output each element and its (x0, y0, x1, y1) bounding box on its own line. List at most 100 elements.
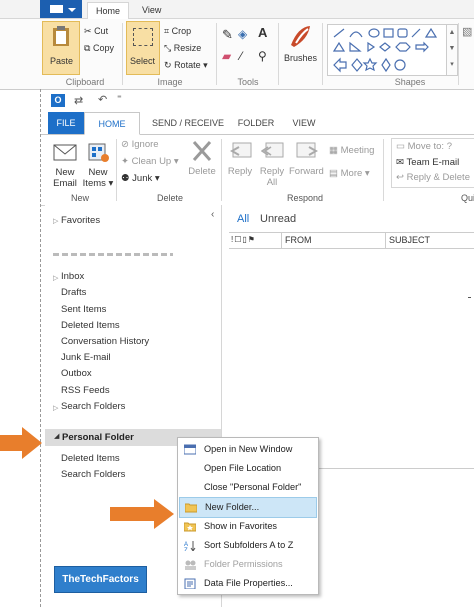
copy-button[interactable]: ⧉ Copy (84, 43, 114, 54)
menu-open-file-location-label: Open File Location (204, 463, 282, 473)
menu-data-file-properties[interactable]: Data File Properties... (178, 574, 318, 593)
collapse-icon[interactable]: ◢ (54, 432, 59, 440)
reply-all-label-1: Reply (259, 166, 285, 177)
expand-icon[interactable]: ▷ (53, 274, 58, 282)
shapes-gallery[interactable] (327, 24, 447, 76)
eraser-icon[interactable]: ▰ (222, 49, 231, 63)
permissions-icon (185, 560, 196, 570)
send-receive-icon[interactable]: ⇄ (74, 94, 83, 107)
tab-folder[interactable]: FOLDER (233, 112, 279, 134)
crop-label: Crop (171, 26, 192, 36)
text-icon[interactable]: A (258, 25, 267, 40)
shapes-group-label: Shapes (394, 77, 426, 87)
expand-icon[interactable]: ▷ (53, 404, 58, 412)
tab-send-receive[interactable]: SEND / RECEIVE (147, 112, 229, 134)
tab-home[interactable]: HOME (84, 112, 140, 135)
paint-tab-home[interactable]: Home (87, 2, 130, 20)
clean-up-button[interactable]: ✦ Clean Up ▾ (121, 156, 179, 167)
undo-icon[interactable]: ↶ (98, 93, 107, 106)
menu-show-in-favorites[interactable]: Show in Favorites (178, 517, 318, 536)
resize-button[interactable]: ⤡ Resize (164, 43, 201, 54)
menu-new-folder[interactable]: New Folder... (179, 497, 317, 518)
personal-search-folders[interactable]: Search Folders (61, 469, 125, 480)
favorites-folder-icon (184, 522, 196, 532)
fill-icon[interactable]: ◈ (238, 27, 247, 41)
collapse-pane-icon[interactable]: ‹ (211, 209, 214, 220)
divider (318, 468, 474, 469)
menu-open-file-location[interactable]: Open File Location (178, 459, 318, 478)
rotate-label: Rotate (174, 60, 201, 70)
customize-qat-icon[interactable]: ⁼ (117, 93, 122, 104)
folder-junk-email[interactable]: Junk E-mail (61, 352, 111, 363)
more-button[interactable]: ▤ More ▾ (329, 168, 370, 179)
new-items-button[interactable]: New Items ▾ (81, 140, 115, 190)
folder-search-folders[interactable]: Search Folders (61, 401, 125, 412)
crop-button[interactable]: ⌗ Crop (164, 26, 191, 37)
move-to-label: Move to: ? (407, 141, 452, 152)
reply-delete-quick-step[interactable]: ↩ Reply & Delete (396, 172, 470, 183)
pencil-icon[interactable]: ✎ (222, 27, 233, 43)
divider (383, 139, 384, 201)
junk-label: Junk (132, 173, 153, 184)
folder-rss-feeds[interactable]: RSS Feeds (61, 385, 110, 396)
new-email-button[interactable]: New Email (51, 140, 79, 190)
folder-outbox[interactable]: Outbox (61, 368, 92, 379)
quick-steps-gallery[interactable]: ▭ Move to: ? ✉ Team E-mail ↩ Reply & Del… (391, 138, 474, 188)
ignore-label: Ignore (131, 139, 159, 150)
brushes-icon[interactable] (288, 23, 314, 49)
ignore-button[interactable]: ⊘ Ignore (121, 139, 159, 150)
expand-icon[interactable]: ▷ (53, 217, 58, 225)
delete-button[interactable]: Delete (187, 139, 217, 189)
reply-all-button[interactable]: Reply All (257, 139, 287, 189)
menu-open-new-window[interactable]: Open in New Window (178, 440, 318, 459)
clean-up-label: Clean Up (131, 156, 172, 167)
menu-close-personal-folder[interactable]: Close "Personal Folder" (178, 478, 318, 497)
select-icon (133, 28, 153, 46)
folder-drafts[interactable]: Drafts (61, 287, 86, 298)
junk-button[interactable]: ⚉ Junk ▾ (121, 173, 160, 184)
shapes-scroll[interactable]: ▲ ▼ ▾ (446, 24, 458, 76)
column-icons[interactable]: !☐▯⚑ (231, 235, 256, 244)
magnifier-icon[interactable]: ⚲ (258, 49, 267, 63)
menu-folder-permissions[interactable]: Folder Permissions (178, 555, 318, 574)
cut-button[interactable]: ✂ Cut (84, 26, 108, 37)
divider (122, 23, 123, 85)
color-picker-icon[interactable]: ⁄ (240, 49, 242, 63)
outline-icon[interactable]: ▧ (462, 25, 472, 38)
column-subject[interactable]: SUBJECT (389, 235, 430, 245)
filter-unread[interactable]: Unread (260, 213, 296, 225)
tab-view[interactable]: VIEW (285, 112, 323, 134)
column-from[interactable]: FROM (285, 235, 312, 245)
divider (221, 139, 222, 201)
folder-sent-items[interactable]: Sent Items (61, 304, 106, 315)
select-label: Select (130, 56, 156, 66)
brand-logo: TheTechFactors (54, 566, 147, 593)
reply-button[interactable]: Reply (225, 139, 255, 189)
meeting-button[interactable]: ▦ Meeting (329, 145, 374, 156)
sort-az-icon: AZ (184, 541, 196, 551)
select-button[interactable]: Select (126, 21, 160, 75)
reply-icon (229, 142, 252, 158)
paint-file-button[interactable] (40, 0, 82, 18)
team-email-quick-step[interactable]: ✉ Team E-mail (396, 157, 459, 168)
account-header-obscured (53, 253, 173, 256)
folder-inbox[interactable]: Inbox (61, 271, 84, 282)
resize-icon: ⤡ (164, 43, 172, 53)
divider (216, 23, 217, 85)
favorites-header[interactable]: Favorites (61, 215, 100, 226)
menu-close-label: Close "Personal Folder" (204, 482, 302, 492)
forward-button[interactable]: Forward (289, 139, 324, 189)
folder-conversation-history[interactable]: Conversation History (61, 336, 149, 347)
brushes-label[interactable]: Brushes (284, 53, 317, 63)
paste-button[interactable]: Paste (42, 21, 80, 75)
move-to-quick-step[interactable]: ▭ Move to: ? (396, 141, 452, 152)
filter-all[interactable]: All (237, 213, 249, 225)
rotate-button[interactable]: ↻ Rotate ▾ (164, 60, 208, 71)
menu-sort-subfolders[interactable]: AZ Sort Subfolders A to Z (178, 536, 318, 555)
paint-tab-view[interactable]: View (134, 2, 169, 18)
paint-tab-bar: Home View (0, 0, 474, 20)
folder-deleted-items[interactable]: Deleted Items (61, 320, 120, 331)
reply-label: Reply (227, 166, 253, 177)
personal-deleted-items[interactable]: Deleted Items (61, 453, 120, 464)
tab-file[interactable]: FILE (48, 112, 84, 134)
